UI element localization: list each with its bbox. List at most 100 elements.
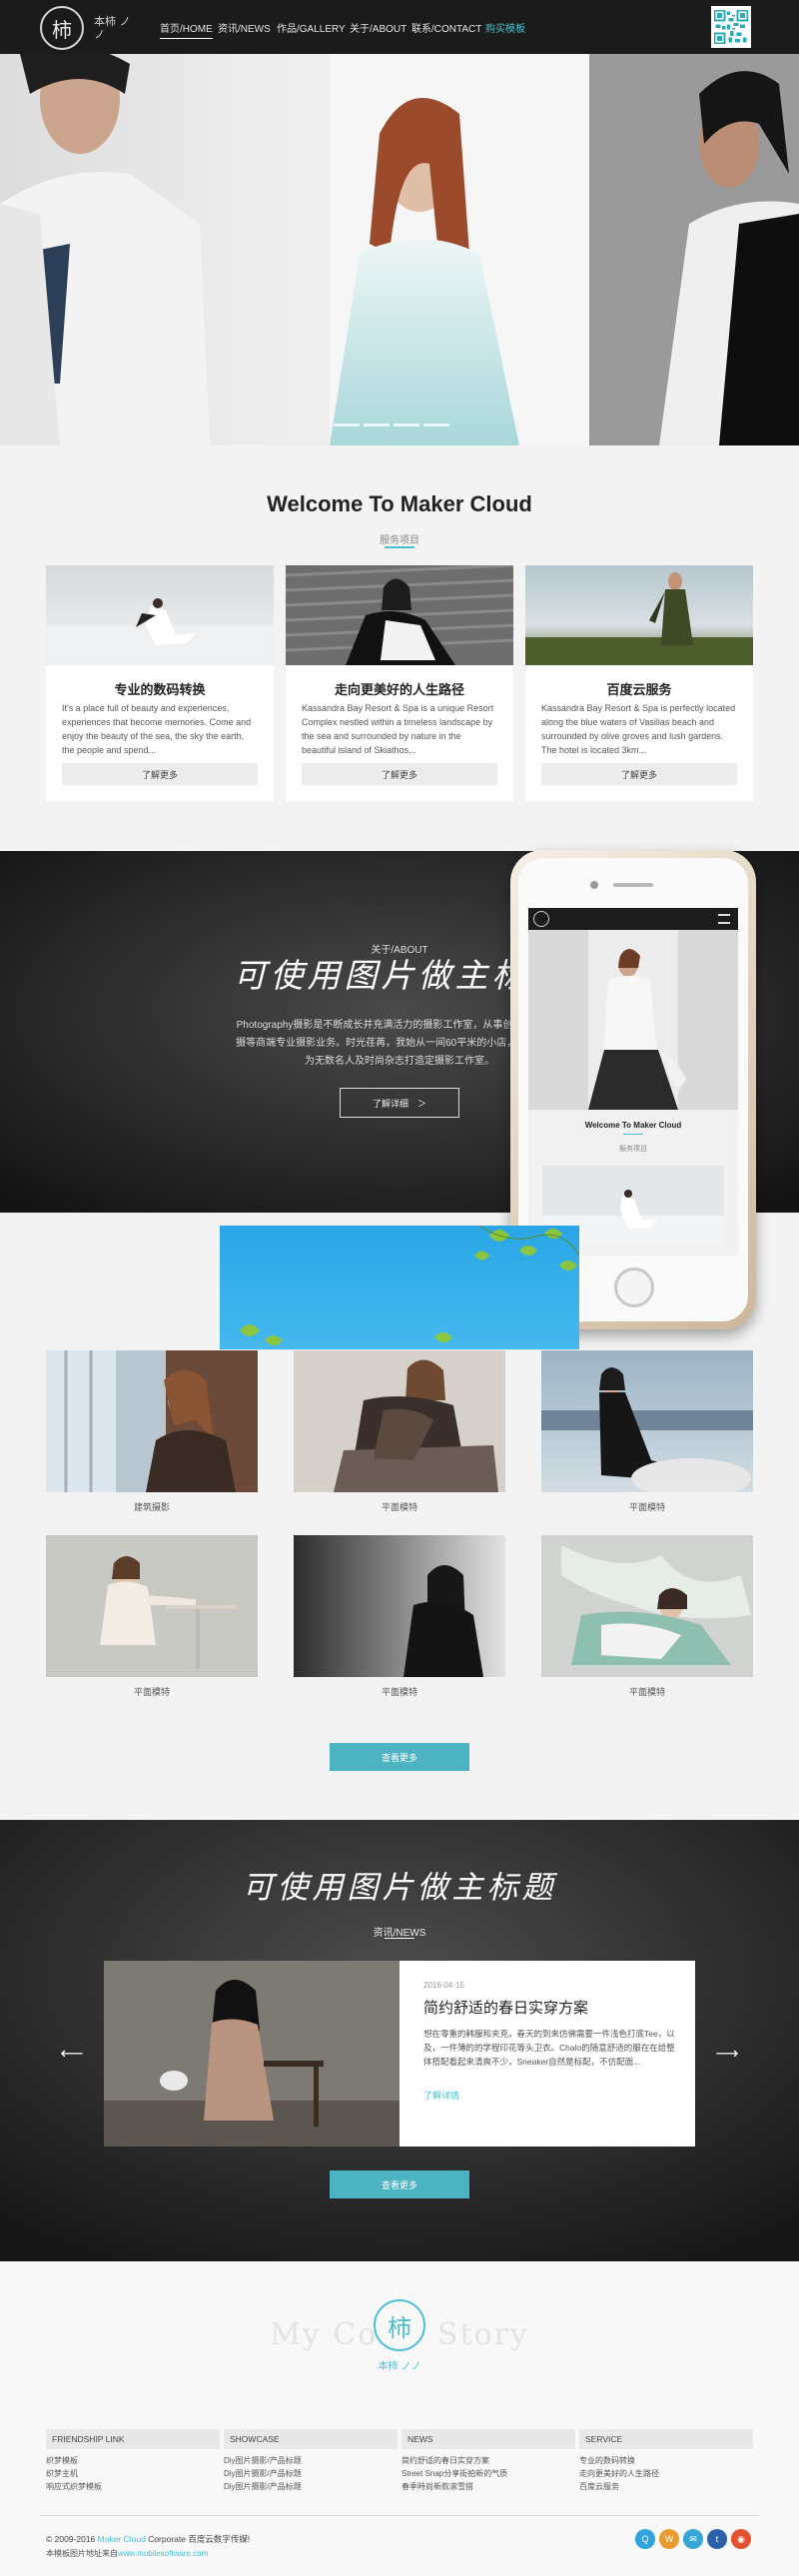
- copyright-prefix: © 2009-2016: [46, 2534, 98, 2544]
- phone-logo-icon: [533, 911, 549, 927]
- gallery-item[interactable]: 建筑摄影: [46, 1350, 258, 1513]
- footer-link[interactable]: Diy图片摄影/产品标题: [224, 2467, 398, 2480]
- news-date: 2016-04-15: [423, 1981, 464, 1990]
- image-source-label: 本模板图片地址来自: [46, 2549, 118, 2558]
- gallery-image[interactable]: [541, 1350, 753, 1492]
- learn-more-button[interactable]: 了解更多: [302, 763, 497, 785]
- slider-dot[interactable]: [364, 424, 390, 427]
- footer-logo-subtitle: 本柿 ノノ: [378, 2361, 421, 2372]
- phone-title-divider: [623, 1134, 643, 1135]
- footer-logo-glyph: 柿: [388, 2313, 411, 2342]
- copyright-text: © 2009-2016 Maker Cloud Corporate 百度云数字传…: [46, 2533, 250, 2545]
- tencent-weibo-icon[interactable]: t: [707, 2529, 727, 2549]
- footer-column-heading: SHOWCASE: [224, 2429, 398, 2449]
- decorative-banner: [220, 1226, 579, 1349]
- gallery-item[interactable]: 平面模特: [541, 1535, 753, 1698]
- gallery-image[interactable]: [46, 1350, 258, 1492]
- learn-more-button[interactable]: 了解更多: [62, 763, 258, 785]
- footer-link[interactable]: 织梦主机: [46, 2467, 220, 2480]
- footer-divider: [40, 2515, 759, 2516]
- footer-link[interactable]: 春季時尚新款滚雪搭: [401, 2480, 575, 2493]
- wechat-icon[interactable]: ✉: [683, 2529, 703, 2549]
- service-card-title: 百度云服务: [606, 682, 672, 697]
- hero-banner: [0, 54, 799, 445]
- view-more-button[interactable]: 查看更多: [330, 1743, 469, 1771]
- gallery-item[interactable]: 平面模特: [46, 1535, 258, 1698]
- phone-welcome-title: Welcome To Maker Cloud: [584, 1121, 682, 1130]
- image-source-link[interactable]: www.mobilesoftware.com: [118, 2549, 208, 2558]
- weibo-icon[interactable]: W: [659, 2529, 679, 2549]
- slider-dot[interactable]: [334, 424, 360, 427]
- service-card-desc: It's a place full of beauty and experien…: [62, 703, 252, 755]
- gallery-item[interactable]: 平面模特: [541, 1350, 753, 1513]
- slider-dot[interactable]: [423, 424, 449, 427]
- gallery-caption: 平面模特: [133, 1687, 170, 1697]
- gallery-image[interactable]: [46, 1535, 258, 1677]
- gallery-item[interactable]: 平面模特: [294, 1350, 505, 1513]
- news-read-more-link[interactable]: 了解详情: [423, 2089, 459, 2102]
- footer-link[interactable]: 简约舒适的春日实穿方案: [401, 2454, 575, 2467]
- news-image[interactable]: [104, 1961, 400, 2147]
- rss-icon[interactable]: ◉: [731, 2529, 751, 2549]
- learn-more-button[interactable]: 了解更多: [541, 763, 737, 785]
- site-logo[interactable]: 柿: [40, 6, 84, 50]
- service-card-title: 专业的数码转换: [114, 682, 206, 697]
- footer-link[interactable]: 专业的数码转换: [579, 2454, 753, 2467]
- footer-link[interactable]: 响应式织梦模板: [46, 2480, 220, 2493]
- next-arrow-icon[interactable]: ⟶: [707, 2044, 747, 2064]
- about-details-button[interactable]: 了解详细 ＞: [340, 1088, 459, 1118]
- footer-column: SHOWCASE Diy图片摄影/产品标题 Diy图片摄影/产品标题 Diy图片…: [224, 2429, 398, 2493]
- gallery-caption: 平面模特: [628, 1687, 665, 1697]
- gallery-image[interactable]: [294, 1350, 505, 1492]
- nav-contact[interactable]: 联系/CONTACT: [411, 20, 481, 35]
- nav-about[interactable]: 关于/ABOUT: [350, 20, 406, 35]
- footer-link[interactable]: 走向更美好的人生路径: [579, 2467, 753, 2480]
- image-source-text: 本模板图片地址来自www.mobilesoftware.com: [46, 2548, 208, 2559]
- nav-news[interactable]: 资讯/NEWS: [218, 20, 271, 35]
- gallery-caption: 平面模特: [381, 1687, 417, 1697]
- footer-link[interactable]: 百度云服务: [579, 2480, 753, 2493]
- nav-home[interactable]: 首页/HOME: [160, 20, 213, 39]
- leaves-image: [220, 1226, 579, 1349]
- phone-home-button: [614, 1268, 654, 1307]
- phone-screen: Welcome To Maker Cloud 服务项目: [528, 908, 738, 1256]
- logo-glyph: 柿: [52, 17, 72, 42]
- menu-icon[interactable]: [718, 914, 730, 924]
- service-card-image: [46, 565, 274, 665]
- nav-gallery[interactable]: 作品/GALLERY: [277, 20, 346, 35]
- slider-dot[interactable]: [394, 424, 419, 427]
- nav-buy-template[interactable]: 购买模板: [485, 20, 525, 35]
- phone-speaker: [613, 883, 653, 887]
- news-description: 想在零重的韩服和夹克，春天的到来仿佛需要一件浅色打底Tee，以及，一件薄的的学程…: [423, 2029, 675, 2067]
- prev-arrow-icon[interactable]: ⟵: [52, 2044, 92, 2064]
- welcome-title: Welcome To Maker Cloud: [267, 491, 532, 516]
- footer-column: FRIENDSHIP LINK 织梦模板 织梦主机 响应式织梦模板: [46, 2429, 220, 2493]
- footer-link[interactable]: 织梦模板: [46, 2454, 220, 2467]
- footer-column: NEWS 简约舒适的春日实穿方案 Street Snap分享街拍新的气质 春季時…: [401, 2429, 575, 2493]
- service-card-desc: Kassandra Bay Resort & Spa is a unique R…: [302, 703, 494, 755]
- gallery-item[interactable]: 平面模特: [294, 1535, 505, 1698]
- news-divider: [385, 1938, 414, 1939]
- footer-column-heading: SERVICE: [579, 2429, 753, 2449]
- phone-welcome-subtitle: 服务项目: [619, 1146, 647, 1153]
- gallery-caption: 建筑摄影: [133, 1502, 170, 1512]
- phone-camera: [590, 881, 598, 889]
- gallery-image[interactable]: [294, 1535, 505, 1677]
- news-title: 可使用图片做主标题: [242, 1870, 557, 1906]
- service-card-image: [286, 565, 513, 665]
- footer-link[interactable]: Street Snap分享街拍新的气质: [401, 2467, 575, 2480]
- service-card: 百度云服务 Kassandra Bay Resort & Spa is perf…: [525, 565, 753, 801]
- footer-link[interactable]: Diy图片摄影/产品标题: [224, 2454, 398, 2467]
- service-card: 专业的数码转换 It's a place full of beauty and …: [46, 565, 274, 801]
- news-headline[interactable]: 简约舒适的春日实穿方案: [423, 1997, 683, 2018]
- footer-column-heading: FRIENDSHIP LINK: [46, 2429, 220, 2449]
- qq-icon[interactable]: Q: [635, 2529, 655, 2549]
- gallery-caption: 平面模特: [628, 1502, 665, 1512]
- news-view-more-button[interactable]: 查看更多: [330, 2170, 469, 2198]
- copyright-brand-link[interactable]: Maker Cloud: [98, 2534, 146, 2544]
- service-card-desc: Kassandra Bay Resort & Spa is perfectly …: [541, 703, 736, 755]
- footer-column-heading: NEWS: [401, 2429, 575, 2449]
- gallery-image[interactable]: [541, 1535, 753, 1677]
- footer-link[interactable]: Diy图片摄影/产品标题: [224, 2480, 398, 2493]
- phone-hero-image: [528, 930, 738, 1110]
